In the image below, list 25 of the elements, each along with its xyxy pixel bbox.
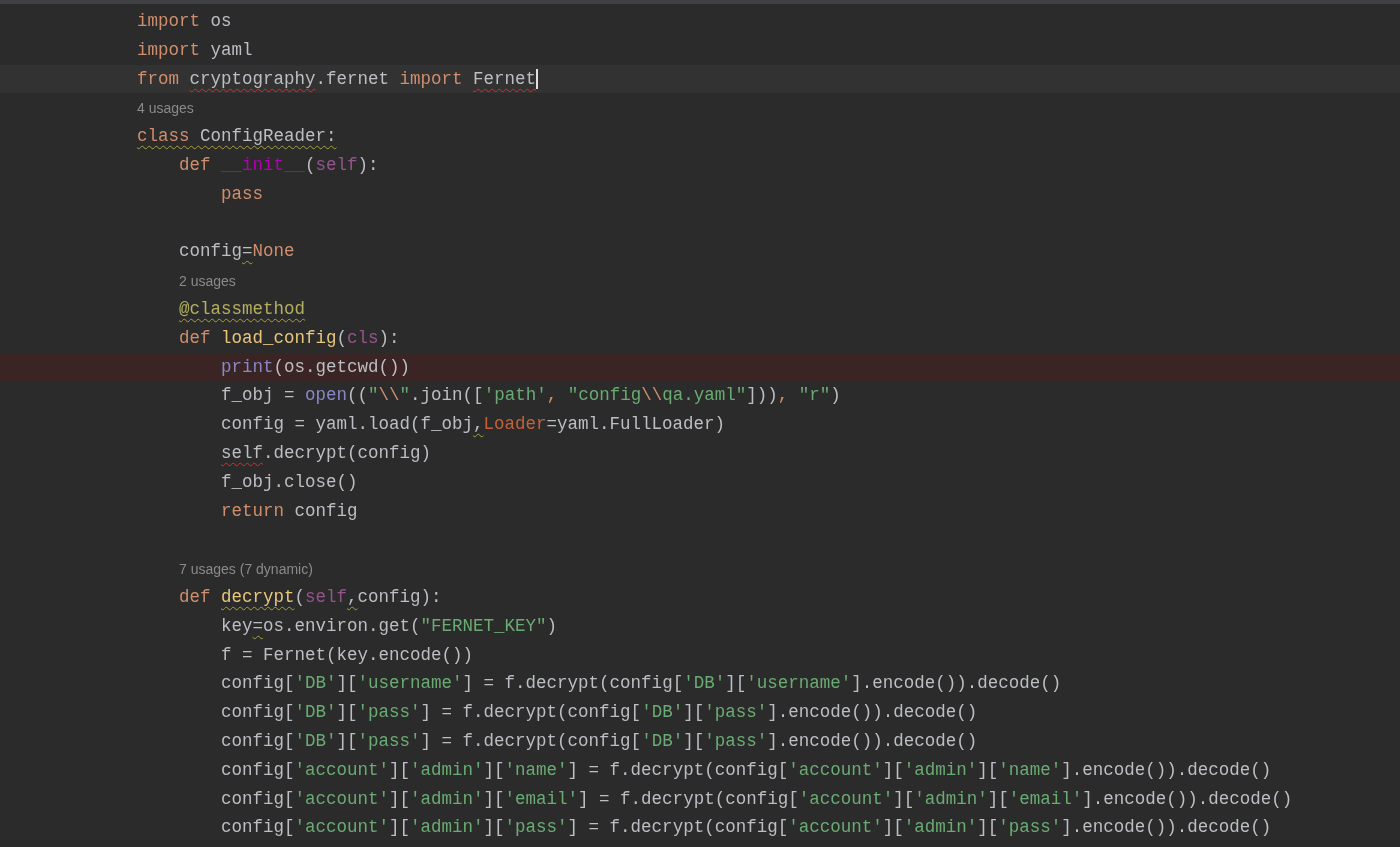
usages-hint[interactable]: 4 usages xyxy=(137,98,194,117)
code-line: def decrypt(self,config): xyxy=(178,585,443,609)
code-line: config = yaml.load(f_obj,Loader=yaml.FullLoader) xyxy=(220,413,727,437)
code-line: config['account']['admin']['email'] = f.decrypt(config['account']['admin']['email'].encode()).decode() xyxy=(220,787,1294,811)
usages-hint[interactable]: 2 usages xyxy=(179,271,236,290)
code-line: f_obj = open(("\\".join(['path', "config\\qa.yaml"])), "r") xyxy=(220,384,842,408)
code-line: f = Fernet(key.encode()) xyxy=(220,643,475,667)
code-line: self.decrypt(config) xyxy=(220,441,433,465)
code-line: pass xyxy=(220,182,265,206)
code-line: @classmethod xyxy=(178,297,307,321)
code-line: return config xyxy=(220,499,359,523)
code-line: def __init__(self): xyxy=(178,154,380,177)
code-line: class ConfigReader: xyxy=(136,125,338,149)
code-line: config['DB']['pass'] = f.decrypt(config['DB']['pass'].encode()).decode() xyxy=(220,701,979,725)
code-line: def load_config(cls): xyxy=(178,326,401,350)
code-line: f_obj.close() xyxy=(220,470,359,494)
code-line: config=None xyxy=(178,240,296,264)
code-line: config['DB']['pass'] = f.decrypt(config['DB']['pass'].encode()).decode() xyxy=(220,729,979,753)
code-line: import os xyxy=(136,10,233,33)
usages-hint[interactable]: 7 usages (7 dynamic) xyxy=(179,559,313,578)
code-line: config['account']['admin']['name'] = f.decrypt(config['account']['admin']['name'].encode()).decode() xyxy=(220,758,1273,782)
code-line: config['account']['admin']['pass'] = f.decrypt(config['account']['admin']['pass'].encode()).decode() xyxy=(220,816,1273,840)
code-line: config['DB']['username'] = f.decrypt(config['DB']['username'].encode()).decode() xyxy=(220,672,1063,696)
code-line: import yaml xyxy=(136,38,254,62)
code-line: key=os.environ.get("FERNET_KEY") xyxy=(220,614,559,638)
